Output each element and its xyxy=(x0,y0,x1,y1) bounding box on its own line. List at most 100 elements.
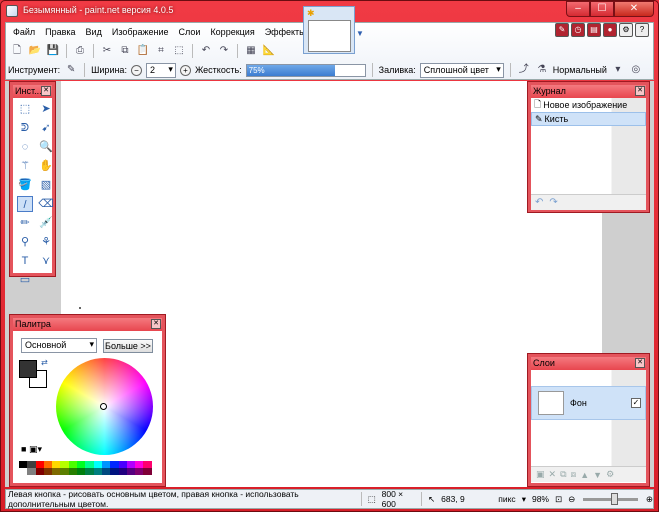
rect-select-icon[interactable]: ⬚ xyxy=(17,101,33,117)
gradient-icon[interactable]: ▧ xyxy=(38,177,54,193)
move-layer-up-icon[interactable]: ▲ xyxy=(580,470,589,480)
move-selected-icon[interactable]: ➹ xyxy=(38,120,54,136)
zoom-icon[interactable]: 🔍 xyxy=(38,139,54,155)
palette-menu-icon[interactable]: ▣▾ xyxy=(29,444,42,454)
menu-image[interactable]: Изображение xyxy=(107,25,174,43)
history-title-text: Журнал xyxy=(533,86,566,96)
paint-bucket-icon[interactable]: 🪣 xyxy=(17,177,33,193)
menu-layers[interactable]: Слои xyxy=(174,25,206,43)
layers-window-icon[interactable]: ▤ xyxy=(587,23,601,37)
units-dropdown-icon[interactable]: ▾ xyxy=(522,494,526,505)
reset-colors-icon[interactable]: ■ xyxy=(21,444,26,454)
zoom-value[interactable]: 98% xyxy=(532,494,549,504)
cut-icon[interactable]: ✂ xyxy=(100,44,114,58)
more-colors-button[interactable]: Больше >> xyxy=(103,338,153,353)
move-layer-down-icon[interactable]: ▼ xyxy=(593,470,602,480)
ellipse-select-icon[interactable]: ◌ xyxy=(17,139,33,155)
blend-mode-icon[interactable]: ⚗ xyxy=(535,63,549,77)
paste-icon[interactable]: 📋 xyxy=(136,44,150,58)
layer-visible-checkbox[interactable]: ✓ xyxy=(631,398,641,408)
color-mode-combo[interactable]: Основной xyxy=(21,338,97,353)
tools-window-icon[interactable]: ✎ xyxy=(555,23,569,37)
tab-list-arrow-icon[interactable]: ▼ xyxy=(356,29,364,38)
primary-color-swatch[interactable] xyxy=(19,360,37,378)
palette-swatches[interactable] xyxy=(19,461,153,475)
pencil-icon[interactable]: ✏ xyxy=(17,215,33,231)
menu-edit[interactable]: Правка xyxy=(40,25,80,43)
merge-layer-icon[interactable]: ⧈ xyxy=(571,469,577,480)
minimize-button[interactable]: – xyxy=(566,1,590,17)
cursor-position: 683, 9 xyxy=(441,494,465,504)
zoom-in-icon[interactable]: ⊕ xyxy=(646,494,653,505)
hardness-slider[interactable]: 75% xyxy=(245,63,366,77)
pan-hand-icon[interactable]: ✋ xyxy=(38,158,54,174)
history-redo-icon[interactable]: ↷ xyxy=(549,197,557,208)
width-combo[interactable]: 2 xyxy=(145,62,176,78)
new-file-icon[interactable]: 🗋 xyxy=(10,44,24,58)
history-item-selected[interactable]: ✎ Кисть xyxy=(531,112,646,126)
swap-colors-icon[interactable]: ⇄ xyxy=(41,358,48,367)
fill-combo[interactable]: Сплошной цвет xyxy=(419,62,504,78)
color-wheel-cursor[interactable] xyxy=(100,403,107,410)
blend-dropdown-icon[interactable]: ▾ xyxy=(611,63,625,77)
color-picker-icon[interactable]: 💉 xyxy=(38,215,54,231)
image-tab-thumbnail[interactable]: ✱ xyxy=(303,6,355,54)
line-curve-icon[interactable]: ⋎ xyxy=(38,253,54,269)
width-decrease-button[interactable]: − xyxy=(130,64,142,76)
redo-icon[interactable]: ↷ xyxy=(217,44,231,58)
antialias-icon[interactable]: ⤴ xyxy=(517,63,531,77)
maximize-button[interactable]: ☐ xyxy=(590,1,614,17)
menu-view[interactable]: Вид xyxy=(81,25,107,43)
zoom-fit-icon[interactable]: ⊡ xyxy=(555,494,562,505)
layer-properties-icon[interactable]: ⚙ xyxy=(606,469,614,480)
history-panel: Журнал ✕ 🗋 Новое изображение ✎ Кисть ↶ ↷ xyxy=(528,82,649,212)
delete-layer-icon[interactable]: ✕ xyxy=(549,469,557,480)
deselect-icon[interactable]: ⬚ xyxy=(172,44,186,58)
help-icon[interactable]: ? xyxy=(635,23,649,37)
add-layer-icon[interactable]: ▣ xyxy=(536,469,545,480)
move-selection-icon[interactable]: ➤ xyxy=(38,101,54,117)
save-disk-icon[interactable]: 💾 xyxy=(46,44,60,58)
history-window-icon[interactable]: ◷ xyxy=(571,23,585,37)
palette-panel-title: Палитра ✕ xyxy=(13,318,162,331)
tools-close-icon[interactable]: ✕ xyxy=(41,86,51,96)
tools-panel-title: Инст... ✕ xyxy=(13,85,52,98)
menu-adjustments[interactable]: Коррекция xyxy=(205,25,259,43)
zoom-slider[interactable] xyxy=(583,492,638,505)
close-button[interactable]: ✕ xyxy=(614,1,654,17)
grid-icon[interactable]: ▦ xyxy=(244,44,258,58)
zoom-out-icon[interactable]: ⊖ xyxy=(568,494,575,505)
layers-panel: Слои ✕ Фон ✓ ▣ ✕ ⧉ ⧈ ▲ ▼ ⚙ xyxy=(528,354,649,486)
eraser-icon[interactable]: ⌫ xyxy=(38,196,54,212)
print-icon[interactable]: ⎙ xyxy=(73,44,87,58)
lasso-icon[interactable]: ᕲ xyxy=(17,120,33,136)
units-select[interactable]: пикс xyxy=(498,494,515,504)
paintbrush-icon[interactable]: / xyxy=(17,196,33,212)
clone-stamp-icon[interactable]: ⚲ xyxy=(17,234,33,250)
history-item[interactable]: 🗋 Новое изображение xyxy=(531,98,646,112)
recolor-icon[interactable]: ⚘ xyxy=(38,234,54,250)
ruler-icon[interactable]: 📐 xyxy=(262,44,276,58)
copy-icon[interactable]: ⧉ xyxy=(118,44,132,58)
crop-icon[interactable]: ⌗ xyxy=(154,44,168,58)
history-close-icon[interactable]: ✕ xyxy=(635,86,645,96)
colors-window-icon[interactable]: ● xyxy=(603,23,617,37)
zoom-slider-knob[interactable] xyxy=(611,492,619,505)
blend-mode-value[interactable]: Нормальный xyxy=(553,65,607,75)
layers-close-icon[interactable]: ✕ xyxy=(635,358,645,368)
width-increase-button[interactable]: + xyxy=(179,64,191,76)
open-folder-icon[interactable]: 📂 xyxy=(28,44,42,58)
text-icon[interactable]: T xyxy=(17,253,33,269)
shapes-icon[interactable]: ▭ xyxy=(17,272,33,288)
palette-close-icon[interactable]: ✕ xyxy=(151,319,161,329)
alpha-icon[interactable]: ◎ xyxy=(629,63,643,77)
duplicate-layer-icon[interactable]: ⧉ xyxy=(560,469,566,480)
settings-gear-icon[interactable]: ⚙ xyxy=(619,23,633,37)
brush-tool-icon[interactable]: ✎ xyxy=(64,63,78,77)
history-undo-icon[interactable]: ↶ xyxy=(535,197,543,208)
undo-icon[interactable]: ↶ xyxy=(199,44,213,58)
layer-row[interactable]: Фон ✓ xyxy=(531,386,646,420)
menu-file[interactable]: Файл xyxy=(8,25,40,43)
magic-wand-icon[interactable]: ⚚ xyxy=(17,158,33,174)
hardness-label: Жесткость: xyxy=(194,65,242,75)
